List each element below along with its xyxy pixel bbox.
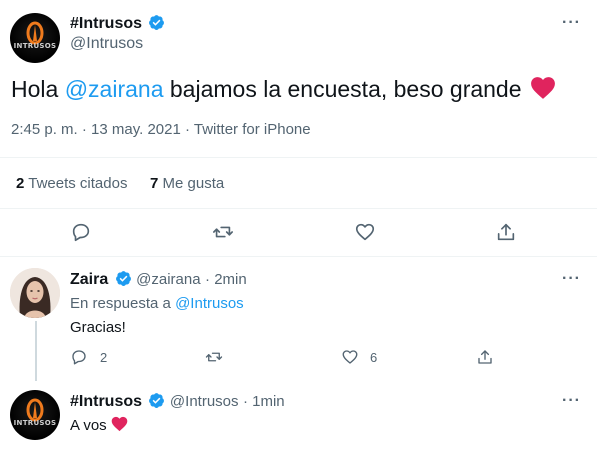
author-name[interactable]: Zaira [70, 271, 108, 288]
reply-to-link[interactable]: @Intrusos [175, 295, 244, 312]
avatar-logo-text: INTRUSOS [13, 419, 57, 427]
author-handle[interactable]: @Intrusos [170, 393, 239, 410]
tweet-text: Hola @zairana bajamos la encuesta, beso … [11, 74, 556, 104]
intrusos-logo-icon [26, 398, 44, 422]
author-handle[interactable]: @Intrusos [70, 35, 143, 53]
tweet-timestamp[interactable]: 2:45 p. m. · 13 may. 2021 · Twitter for … [11, 121, 311, 138]
likes-stat[interactable]: 7 Me gusta [150, 175, 224, 192]
divider [0, 208, 597, 209]
tweet-time[interactable]: · 1min [243, 393, 285, 410]
avatar-logo-text: INTRUSOS [13, 42, 57, 50]
avatar[interactable] [10, 268, 60, 318]
tweet-time[interactable]: · 2min [205, 271, 247, 288]
like-icon[interactable] [354, 221, 376, 243]
avatar[interactable]: INTRUSOS [10, 13, 60, 63]
share-icon[interactable] [495, 221, 517, 243]
thread-line [35, 321, 37, 381]
verified-badge-icon [149, 15, 165, 30]
reply-count: 2 [100, 350, 108, 365]
retweet-icon[interactable] [205, 348, 223, 366]
heart-emoji-icon [111, 416, 128, 432]
reply-icon[interactable] [70, 348, 88, 366]
tweet-text: Gracias! [70, 319, 126, 336]
quote-tweets-stat[interactable]: 2 Tweets citados [16, 175, 127, 192]
divider [0, 256, 597, 257]
author-name[interactable]: #Intrusos [70, 15, 142, 32]
heart-emoji-icon [531, 77, 555, 99]
divider [0, 157, 597, 158]
share-icon[interactable] [476, 348, 494, 366]
author-name[interactable]: #Intrusos [70, 393, 142, 410]
verified-badge-icon [115, 271, 131, 286]
reply-icon[interactable] [70, 221, 92, 243]
more-icon[interactable]: ··· [562, 392, 581, 410]
tweet-text: A vos [70, 416, 128, 434]
reply-to: En respuesta a @Intrusos [70, 295, 244, 312]
like-icon[interactable] [341, 348, 359, 366]
zaira-avatar-icon [10, 268, 60, 318]
more-icon[interactable]: ··· [562, 14, 581, 32]
author-handle[interactable]: @zairana [136, 271, 200, 288]
like-count: 6 [370, 350, 378, 365]
retweet-icon[interactable] [212, 221, 234, 243]
more-icon[interactable]: ··· [562, 270, 581, 288]
avatar[interactable]: INTRUSOS [10, 390, 60, 440]
verified-badge-icon [149, 393, 165, 408]
mention-link[interactable]: @zairana [65, 76, 164, 102]
intrusos-logo-icon [26, 21, 44, 45]
